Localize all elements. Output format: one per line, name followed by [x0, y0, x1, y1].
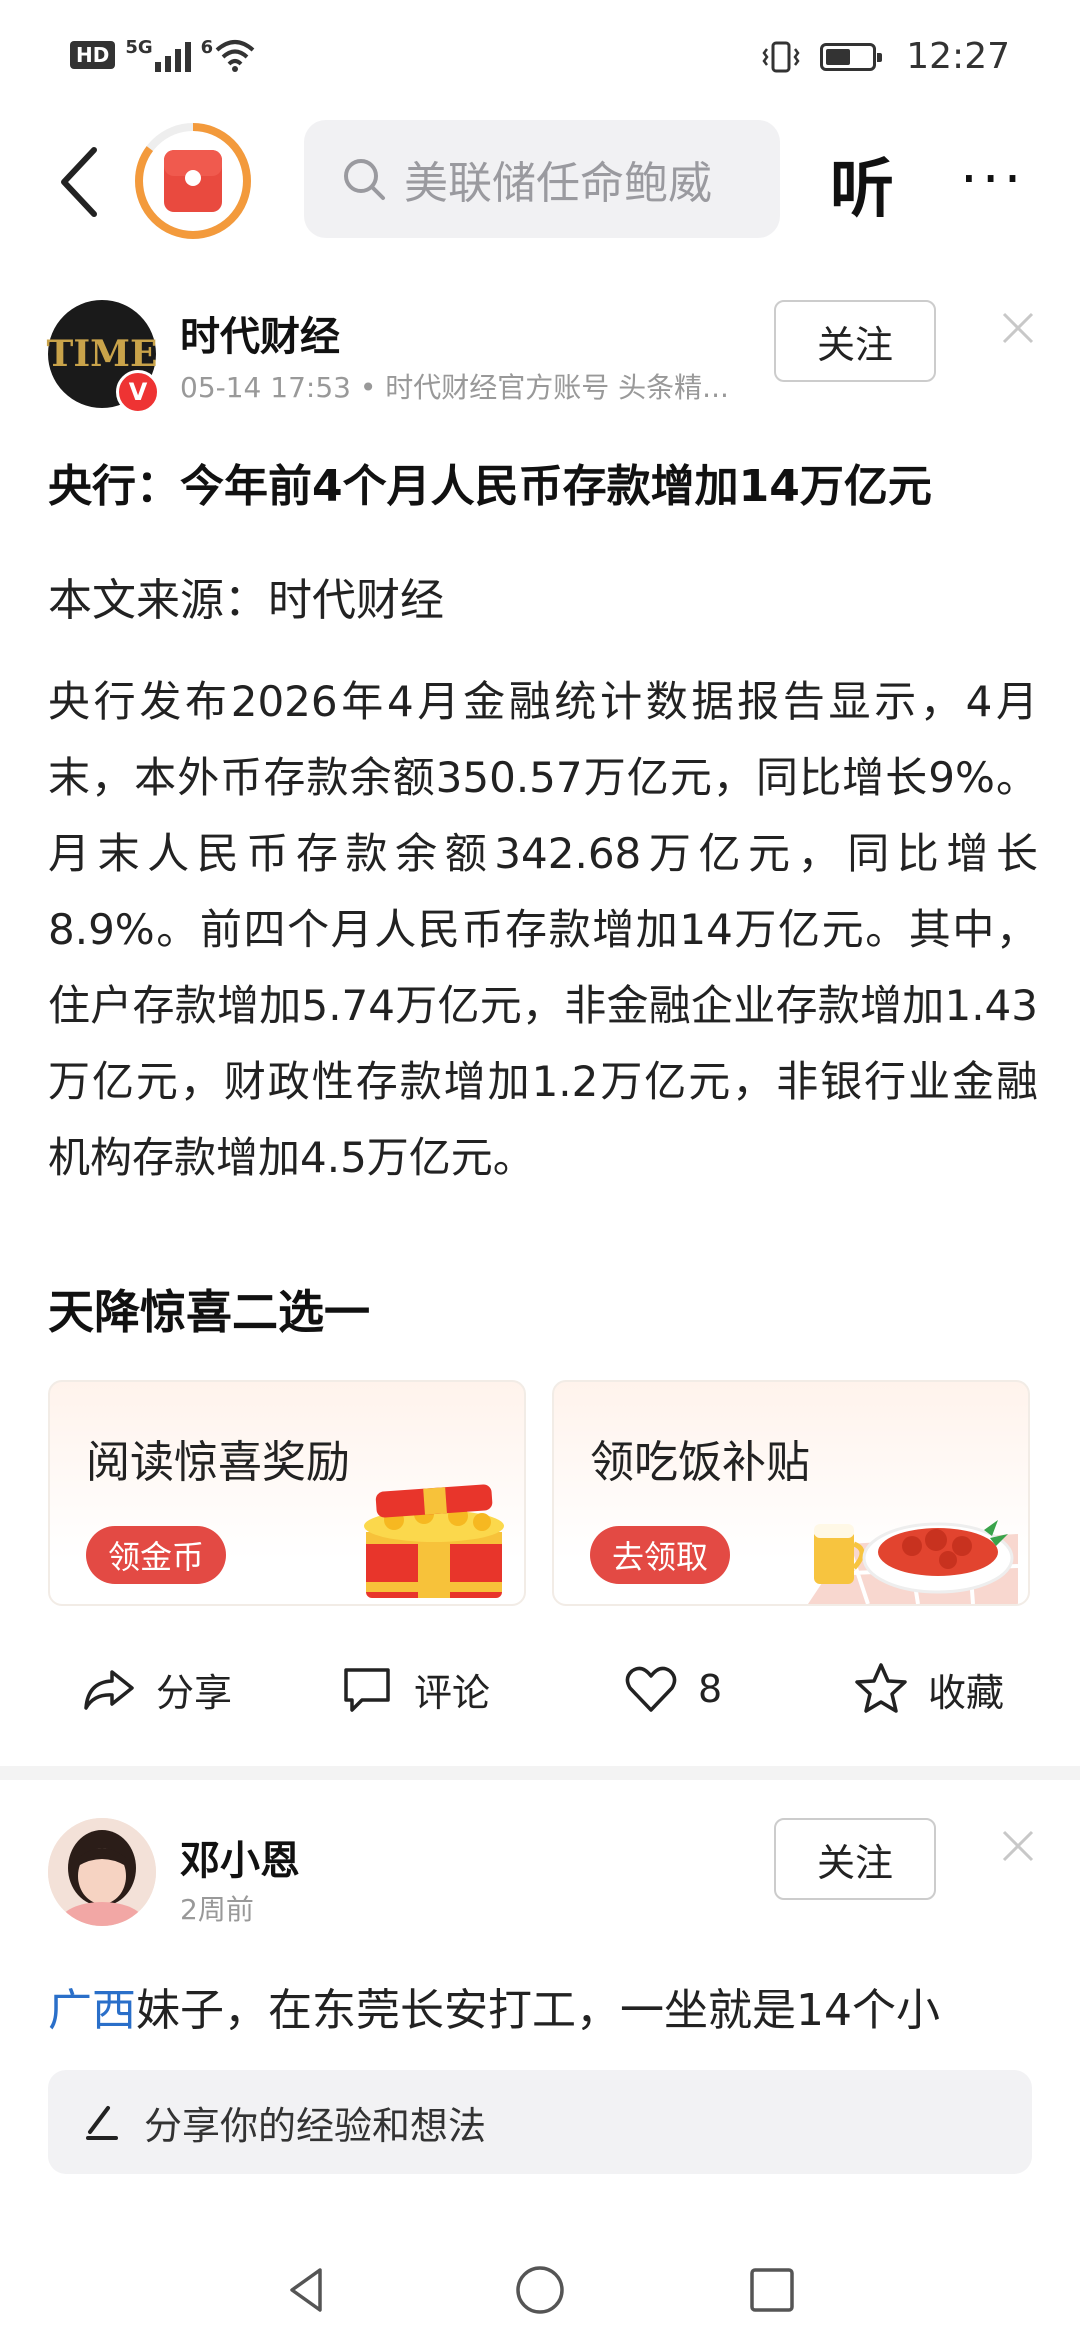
search-input[interactable]: 美联储任命鲍威 [304, 120, 780, 238]
section-divider [0, 1766, 1080, 1780]
share-icon [84, 1670, 134, 1710]
nav-recents-icon[interactable] [744, 2262, 800, 2318]
heart-icon [625, 1666, 677, 1712]
article-meta: 05-14 17:53 • 时代财经官方账号 头条精... [180, 371, 729, 404]
vibrate-icon [762, 41, 800, 72]
claim-coins-button[interactable]: 领金币 [86, 1526, 227, 1584]
wifi-badge: 6 [200, 36, 214, 58]
search-placeholder: 美联储任命鲍威 [404, 158, 712, 209]
more-options-icon[interactable]: ··· [960, 152, 1025, 208]
food-plate-icon [808, 1520, 1018, 1604]
star-icon [855, 1663, 907, 1713]
post-time: 2周前 [180, 1893, 254, 1926]
article-author-header: TIME V 时代财经 05-14 17:53 • 时代财经官方账号 头条精..… [0, 292, 1080, 422]
share-label: 分享 [156, 1670, 233, 1715]
like-button[interactable]: 8 [622, 1660, 722, 1718]
share-button[interactable]: 分享 [80, 1660, 232, 1718]
promo-card-title: 阅读惊喜奖励 [86, 1437, 350, 1488]
treasure-chest-icon [364, 1484, 504, 1598]
promo-heading: 天降惊喜二选一 [48, 1285, 370, 1339]
comment-button[interactable]: 评论 [338, 1660, 490, 1718]
system-nav-bar [0, 2240, 1080, 2340]
top-nav: 美联储任命鲍威 听 ··· [0, 120, 1080, 242]
post-author-name[interactable]: 邓小恩 [180, 1828, 300, 1886]
author-name[interactable]: 时代财经 [180, 304, 340, 362]
promo-card-title: 领吃饭补贴 [590, 1437, 810, 1488]
post-preview-text[interactable]: 广西妹子，在东莞长安打工，一坐就是14个小 [48, 1974, 1048, 2038]
comment-icon [344, 1668, 390, 1712]
status-bar: HD 5G 6 12:27 [0, 0, 1080, 120]
post-text-body: 妹子，在东莞长安打工，一坐就是14个小 [136, 1985, 940, 2036]
location-tag-link[interactable]: 广西 [48, 1985, 136, 2036]
comment-label: 评论 [414, 1670, 491, 1715]
article-source: 本文来源：时代财经 [48, 575, 444, 626]
claim-subsidy-button[interactable]: 去领取 [590, 1526, 731, 1584]
nav-back-icon[interactable] [280, 2262, 336, 2318]
post-author-avatar[interactable] [48, 1818, 156, 1926]
status-time: 12:27 [906, 36, 1010, 77]
verified-badge-icon: V [116, 370, 160, 414]
nav-home-icon[interactable] [512, 2262, 568, 2318]
favorite-button[interactable]: 收藏 [852, 1660, 1004, 1718]
promo-card-reading-reward[interactable]: 阅读惊喜奖励 领金币 [48, 1380, 526, 1606]
comment-input[interactable]: 分享你的经验和想法 [48, 2070, 1032, 2174]
article-action-bar: 分享 评论 8 收藏 [0, 1640, 1080, 1740]
promo-card-meal-subsidy[interactable]: 领吃饭补贴 去领取 [552, 1380, 1030, 1606]
article-title: 央行：今年前4个月人民币存款增加14万亿元 [48, 461, 932, 512]
listen-button[interactable]: 听 [830, 138, 894, 230]
follow-button[interactable]: 关注 [774, 1818, 936, 1900]
hd-badge: HD [70, 41, 116, 69]
wifi-icon [215, 40, 255, 72]
favorite-label: 收藏 [928, 1670, 1005, 1715]
pen-icon [86, 2106, 118, 2140]
search-icon [344, 159, 385, 200]
reading-reward-icon[interactable] [132, 120, 254, 242]
close-icon[interactable] [998, 1826, 1038, 1866]
close-icon[interactable] [998, 308, 1038, 348]
battery-icon [820, 42, 883, 71]
signal-icon [154, 38, 191, 72]
follow-button[interactable]: 关注 [774, 300, 936, 382]
like-count: 8 [698, 1667, 723, 1711]
network-label: 5G [125, 36, 153, 58]
comment-placeholder: 分享你的经验和想法 [144, 2103, 487, 2148]
article-body: 央行发布2026年4月金融统计数据报告显示，4月末，本外币存款余额350.57万… [48, 677, 1038, 1182]
back-arrow-icon[interactable] [52, 142, 112, 222]
